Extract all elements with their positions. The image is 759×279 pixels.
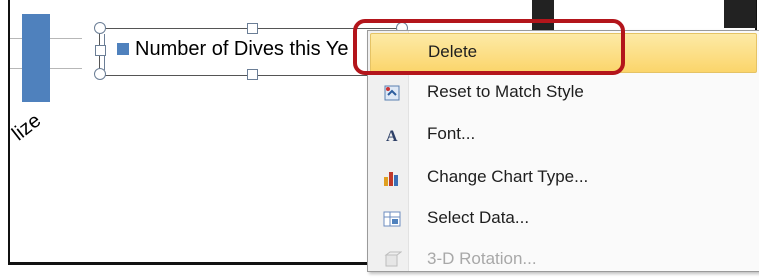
chart-frame: lize Number of Dives this Ye Delete Rese… [0,0,759,272]
3d-rotation-icon [384,251,402,267]
background-element [724,0,756,28]
resize-handle[interactable] [95,45,106,56]
select-data-icon [383,211,401,227]
menu-item-reset-to-match-style[interactable]: Reset to Match Style [370,74,755,112]
resize-handle[interactable] [94,22,106,34]
resize-handle[interactable] [247,23,258,34]
chart-bar[interactable] [22,14,50,102]
menu-item-change-chart-type[interactable]: Change Chart Type... [370,159,755,197]
menu-item-label: Reset to Match Style [427,82,584,101]
reset-style-icon [384,85,400,101]
category-axis-label: lize [8,109,46,146]
menu-item-label: Select Data... [427,208,530,227]
menu-item-label: 3-D Rotation... [427,249,537,268]
menu-item-3d-rotation[interactable]: 3-D Rotation... [370,241,755,279]
menu-item-label: Font... [427,124,476,143]
legend-swatch [117,43,129,55]
chart-type-icon [384,172,398,186]
resize-handle[interactable] [94,68,106,80]
menu-item-label: Change Chart Type... [427,167,589,186]
svg-text:A: A [386,128,398,145]
menu-item-select-data[interactable]: Select Data... [370,200,755,238]
legend-label: Number of Dives this Ye [135,38,349,60]
resize-handle[interactable] [247,69,258,80]
menu-item-font[interactable]: A Font... [370,116,755,154]
font-icon: A [386,128,398,145]
highlight-callout [353,19,625,75]
frame-left-border [8,0,10,265]
